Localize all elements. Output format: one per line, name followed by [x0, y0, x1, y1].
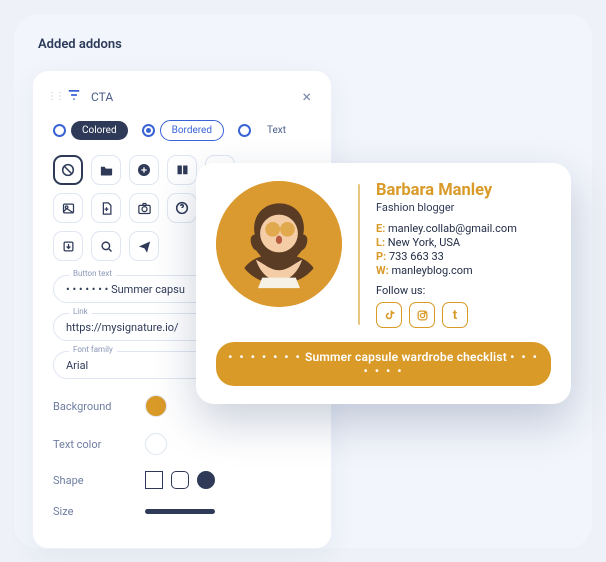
added-addons-title: Added addons — [38, 37, 574, 52]
send-icon[interactable] — [129, 231, 159, 261]
dots-icon: • • • • • • • — [228, 350, 302, 364]
signature-preview-card: Barbara Manley Fashion blogger E: manley… — [196, 163, 571, 404]
doc-add-icon[interactable] — [91, 193, 121, 223]
preview-role: Fashion blogger — [376, 201, 551, 214]
drag-handle-icon[interactable]: ⋮⋮ — [47, 91, 57, 102]
style-bordered[interactable]: Bordered — [142, 120, 224, 141]
style-colored[interactable]: Colored — [53, 121, 128, 140]
help-icon[interactable] — [167, 193, 197, 223]
radio-icon — [142, 124, 155, 137]
shape-label: Shape — [53, 474, 145, 487]
size-label: Size — [53, 505, 145, 518]
style-text[interactable]: Text — [238, 121, 297, 140]
style-label: Bordered — [160, 120, 224, 141]
cta-button-preview[interactable]: • • • • • • • Summer capsule wardrobe ch… — [216, 342, 551, 386]
filter-icon — [67, 88, 81, 106]
style-label: Colored — [71, 121, 128, 140]
button-text-label: Button text — [69, 269, 116, 278]
avatar — [216, 181, 342, 307]
style-label: Text — [256, 121, 297, 140]
plus-circle-icon[interactable] — [129, 155, 159, 185]
button-style-radios: Colored Bordered Text — [53, 120, 317, 141]
vertical-divider — [358, 184, 360, 325]
folder-icon[interactable] — [91, 155, 121, 185]
preview-website: W: manleyblog.com — [376, 264, 551, 277]
camera-icon[interactable] — [129, 193, 159, 223]
background-swatch[interactable] — [145, 395, 167, 417]
radio-icon — [53, 124, 66, 137]
preview-phone: P: 733 663 33 — [376, 250, 551, 263]
close-icon[interactable]: × — [296, 85, 317, 108]
preview-location: L: New York, USA — [376, 236, 551, 249]
background-label: Background — [53, 400, 145, 413]
cta-text: Summer capsule wardrobe checklist — [305, 350, 507, 364]
instagram-icon[interactable] — [409, 302, 435, 328]
book-icon[interactable] — [167, 155, 197, 185]
shape-rounded[interactable] — [171, 471, 189, 489]
tiktok-icon[interactable] — [376, 302, 402, 328]
size-slider[interactable] — [145, 509, 215, 514]
radio-icon — [238, 124, 251, 137]
search-icon[interactable] — [91, 231, 121, 261]
photo-icon[interactable] — [53, 193, 83, 223]
shape-pill[interactable] — [197, 471, 215, 489]
link-label: Link — [69, 307, 92, 316]
tumblr-icon[interactable]: t — [442, 302, 468, 328]
preview-name: Barbara Manley — [376, 181, 551, 200]
text-color-label: Text color — [53, 438, 145, 451]
panel-title: CTA — [91, 90, 286, 104]
preview-email: E: manley.collab@gmail.com — [376, 222, 551, 235]
text-color-swatch[interactable] — [145, 433, 167, 455]
follow-us-label: Follow us: — [376, 284, 551, 297]
shape-square[interactable] — [145, 471, 163, 489]
download-box-icon[interactable] — [53, 231, 83, 261]
font-family-label: Font family — [69, 345, 117, 354]
ban-icon[interactable] — [53, 155, 83, 185]
